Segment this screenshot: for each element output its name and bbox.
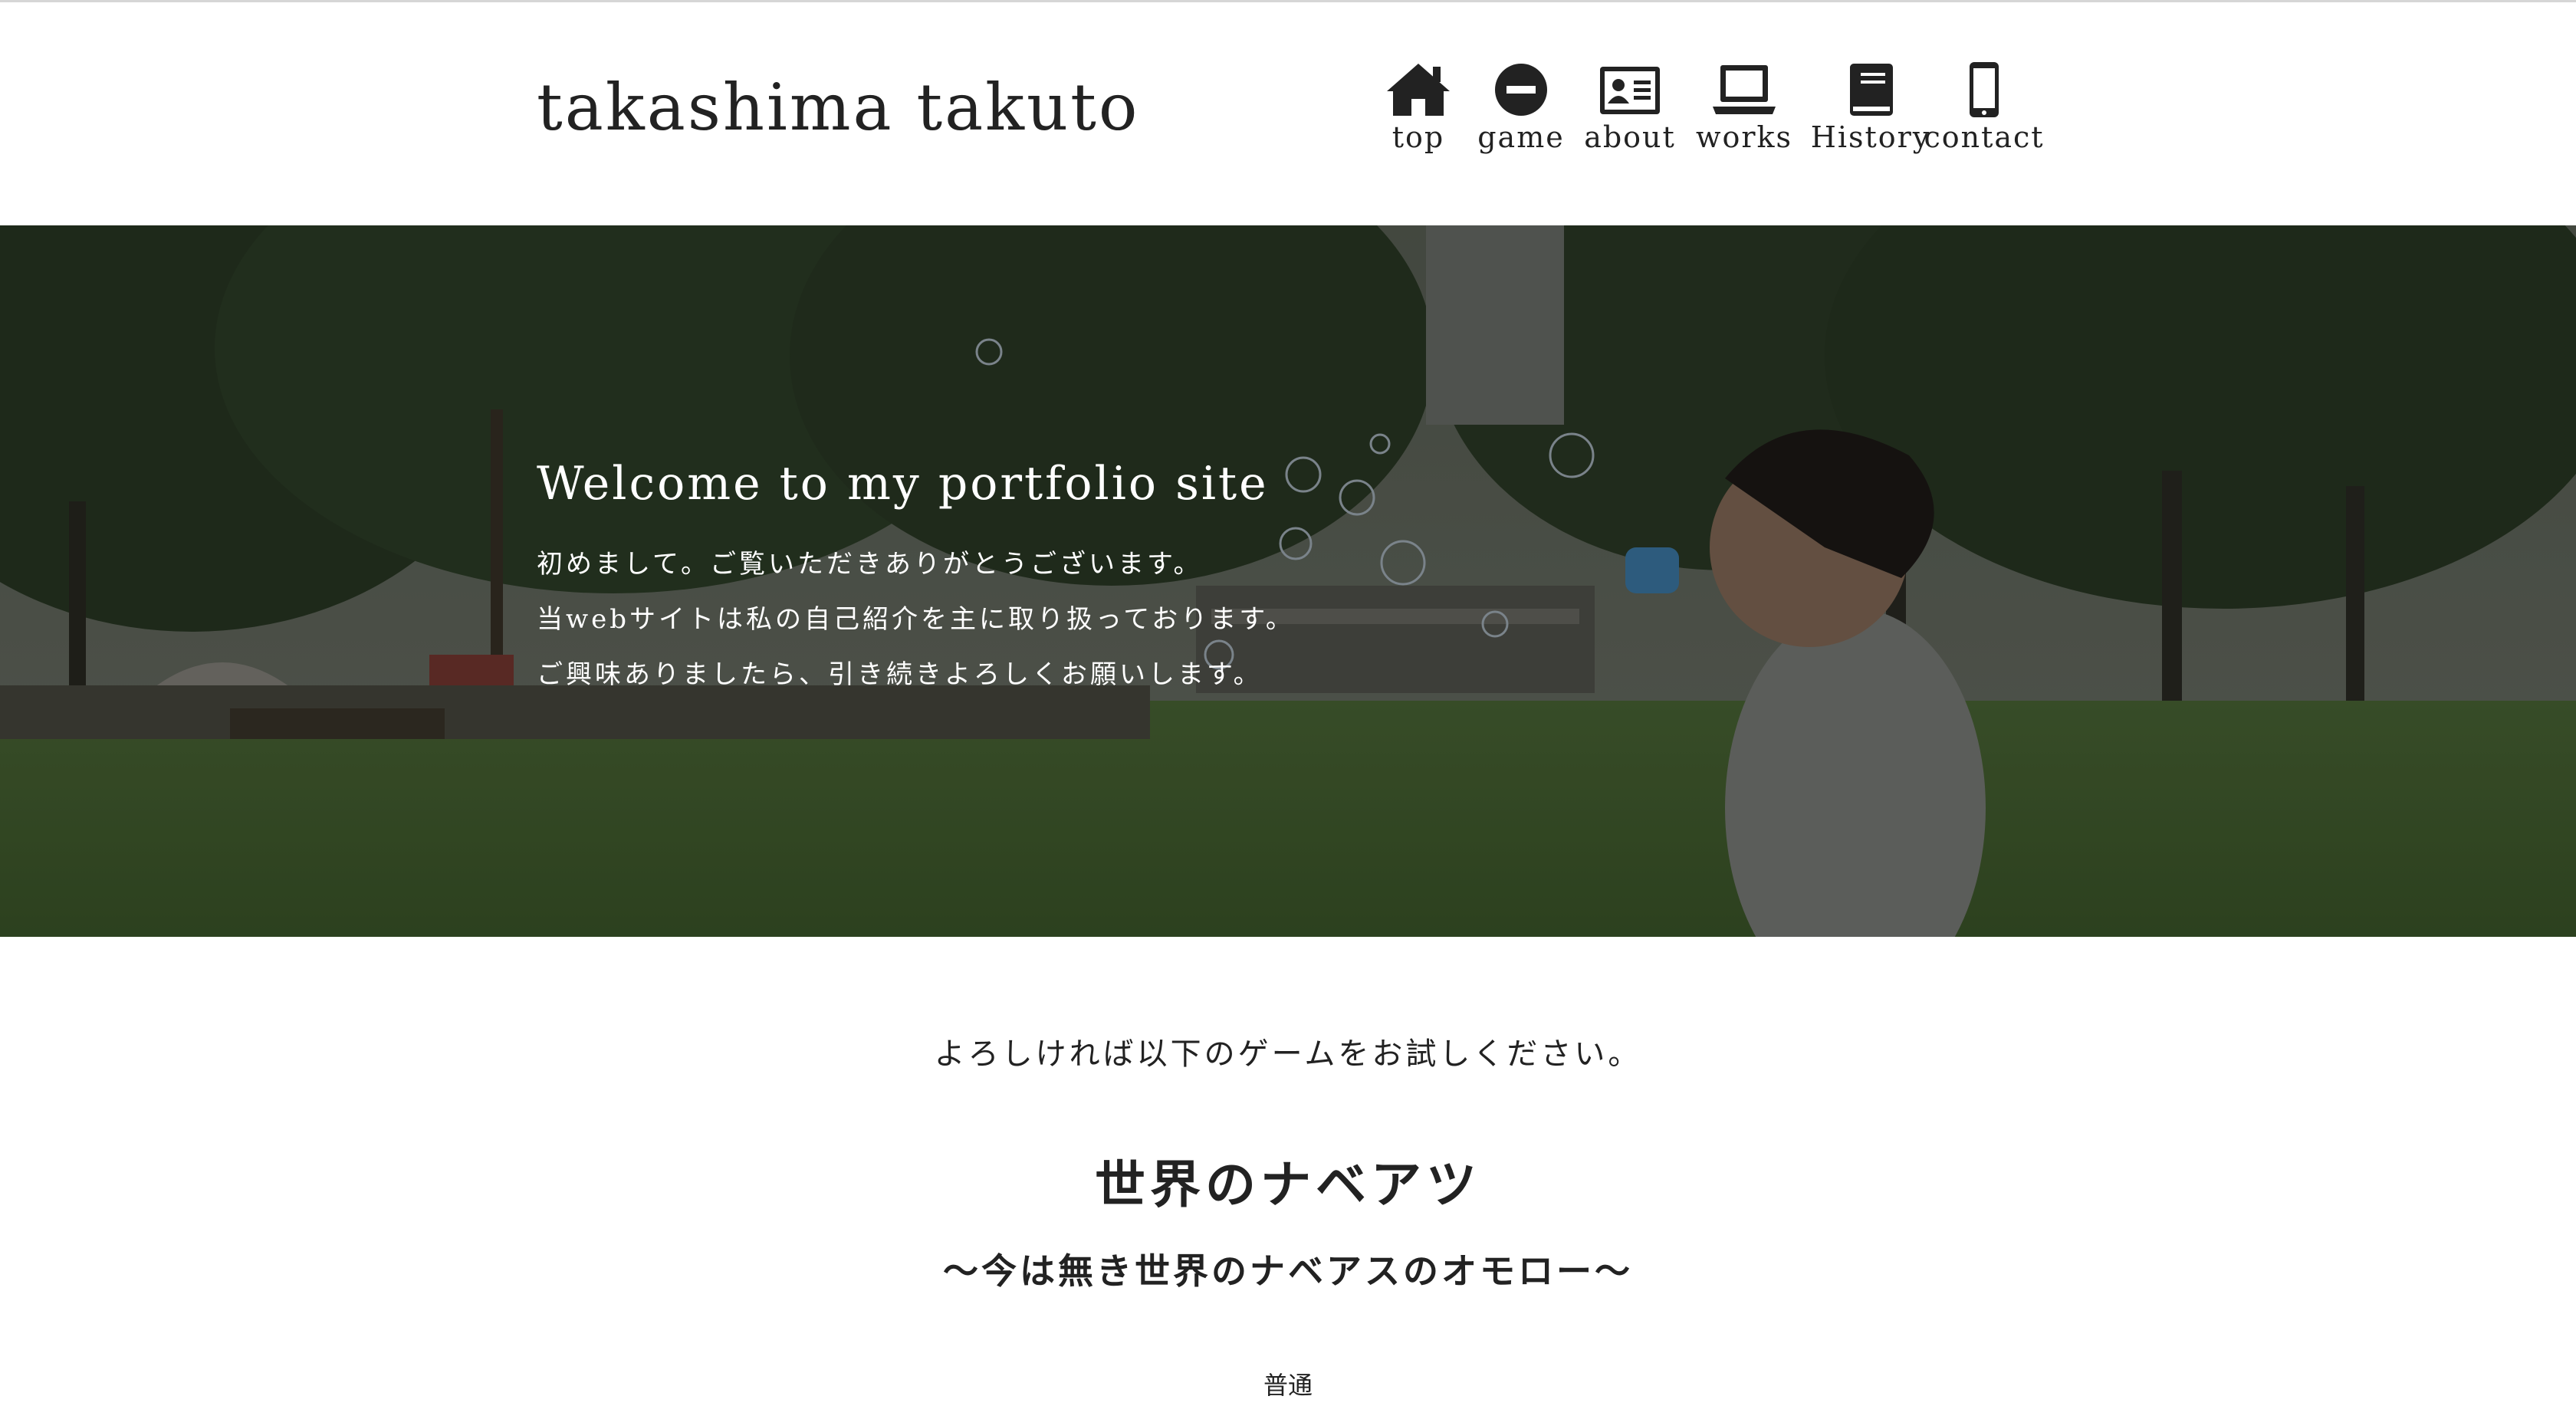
minus-circle-icon (1488, 61, 1554, 119)
game-subtitle: 〜今は無き世界のナベアスのオモロー〜 (943, 1250, 1633, 1292)
site-header: takashima takuto top game about works Hi… (0, 2, 2576, 225)
book-icon (1838, 61, 1904, 119)
hero-line: ご興味ありましたら、引き続きよろしくお願いします。 (537, 659, 1263, 690)
game-intro-text: よろしければ以下のゲームをお試しください。 (934, 1036, 1642, 1072)
home-icon (1385, 61, 1451, 119)
hero-line: 初めまして。ご覧いただきありがとうございます。 (537, 549, 1203, 580)
nav-item-works[interactable]: works (1675, 61, 1813, 154)
laptop-icon (1711, 61, 1777, 119)
hero-line: 当webサイトは私の自己紹介を主に取り扱っております。 (537, 604, 1295, 635)
hero-banner: Welcome to my portfolio site 初めまして。ご覧いただ… (0, 225, 2576, 937)
id-card-icon (1597, 61, 1663, 119)
nav-label-contact: contact (1924, 120, 2045, 154)
mobile-phone-icon (1951, 61, 2017, 119)
game-title: 世界のナベアツ (1095, 1155, 1481, 1214)
game-section: よろしければ以下のゲームをお試しください。 世界のナベアツ 〜今は無き世界のナベ… (0, 937, 2576, 1406)
hero-message: 初めまして。ご覧いただきありがとうございます。 当webサイトは私の自己紹介を主… (537, 537, 1295, 702)
nav-label-works: works (1695, 120, 1793, 154)
hero-text-block: Welcome to my portfolio site 初めまして。ご覧いただ… (537, 457, 1295, 702)
hero-title: Welcome to my portfolio site (537, 457, 1269, 511)
nav-item-contact[interactable]: contact (1915, 61, 2053, 154)
difficulty-option[interactable]: 普通 (0, 1366, 2576, 1401)
site-title[interactable]: takashima takuto (537, 70, 1140, 145)
